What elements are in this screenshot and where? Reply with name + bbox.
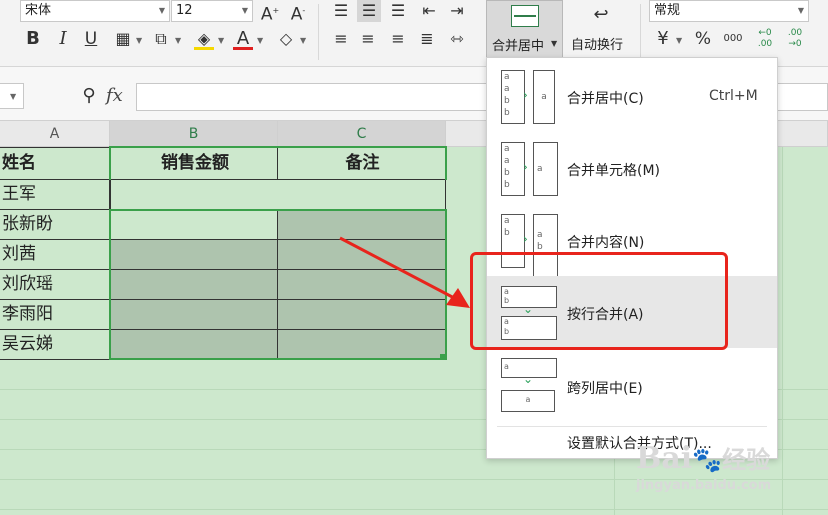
italic-button[interactable]: I [52, 28, 74, 50]
menu-item-shortcut: Ctrl+M [709, 88, 758, 104]
align-center-icon[interactable]: ≡ [357, 28, 379, 50]
header-selection-border [109, 146, 447, 180]
font-name-value: 宋体 [25, 3, 52, 18]
wrap-text-label: 自动换行 [571, 38, 624, 53]
chevron-down-icon: ▼ [676, 36, 683, 45]
grid-line [782, 147, 783, 515]
table-row-name[interactable]: 李雨阳 [0, 300, 110, 330]
watermark-brand-cn: 经验 [722, 445, 771, 474]
fill-color-icon[interactable]: ◈ [193, 28, 215, 50]
chevron-down-icon: ▼ [241, 6, 248, 15]
paw-icon: 🐾 [692, 445, 723, 474]
column-header-c[interactable]: C [278, 121, 446, 147]
font-size-select[interactable]: 12 ▼ [171, 0, 253, 22]
chevron-down-icon: ▼ [551, 39, 558, 48]
distribute-icon[interactable]: ⇿ [446, 28, 468, 50]
table-row-name[interactable]: 王军 [0, 180, 110, 210]
merged-cell[interactable] [110, 180, 446, 210]
indent-decrease-icon[interactable]: ⇤ [418, 0, 440, 22]
chevron-right-icon: › [523, 232, 528, 246]
menu-item-label: 合并内容(N) [567, 235, 645, 251]
shrink-font-icon[interactable]: A- [286, 0, 310, 26]
align-middle-icon[interactable]: ☰ [357, 0, 381, 22]
chevron-down-icon: ▼ [10, 92, 17, 101]
merged-preview-icon: a [533, 70, 555, 124]
font-size-value: 12 [176, 3, 193, 18]
align-left-icon[interactable]: ≡ [330, 28, 352, 50]
bold-button[interactable]: B [22, 28, 44, 50]
decimal-increase-button[interactable]: ←0 .00 [752, 28, 778, 50]
divider [640, 4, 641, 60]
fx-icon[interactable]: fx [106, 85, 132, 106]
underline-button[interactable]: U [80, 28, 102, 50]
chevron-down-icon: ▼ [257, 36, 264, 45]
align-right-icon[interactable]: ≡ [387, 28, 409, 50]
chevron-down-icon: ⌄ [523, 372, 534, 386]
grid-line [0, 509, 828, 510]
wrap-text-button[interactable]: ↩ 自动换行 [568, 0, 634, 58]
chevron-down-icon: ▼ [218, 36, 225, 45]
border-icon[interactable]: ▦ [112, 28, 134, 50]
arrow-line [339, 236, 459, 302]
menu-item-label: 跨列居中(E) [567, 381, 643, 397]
watermark-logo: Bai🐾经验 [636, 440, 770, 476]
watermark-brand: Bai [636, 441, 693, 476]
chevron-down-icon: ▼ [136, 36, 143, 45]
eraser-icon[interactable]: ◇ [274, 28, 298, 50]
wrap-text-icon: ↩ [593, 4, 609, 25]
annotation-arrow [339, 236, 470, 308]
name-box[interactable]: ▼ [0, 83, 24, 109]
zoom-search-icon[interactable]: ⚲ [78, 85, 100, 107]
merge-center-preview-icon: aabb [501, 70, 525, 124]
divider [318, 4, 319, 60]
grow-font-icon[interactable]: A+ [258, 0, 282, 26]
decimal-decrease-button[interactable]: .00 →0 [782, 28, 808, 50]
menu-item-label: 合并单元格(M) [567, 163, 661, 179]
watermark-url: jingyan.baidu.com [636, 478, 772, 493]
table-row-name[interactable]: 张新盼 [0, 210, 110, 240]
centered-preview-icon: a [501, 390, 555, 412]
chevron-down-icon: ▼ [175, 36, 182, 45]
merge-center-label: 合并居中 [492, 39, 545, 54]
arrow-head [446, 288, 470, 308]
merge-cells-icon [511, 5, 539, 27]
chevron-down-icon: ▼ [300, 36, 307, 45]
table-row-name[interactable]: 刘茜 [0, 240, 110, 270]
justify-icon[interactable]: ≣ [416, 28, 438, 50]
cell-style-icon[interactable]: ⧉ [150, 28, 172, 50]
percent-button[interactable]: % [692, 28, 714, 50]
table-row-name[interactable]: 刘欣瑶 [0, 270, 110, 300]
fill-handle[interactable] [440, 354, 446, 360]
thousands-button[interactable]: 000 [720, 28, 746, 50]
highlight-box [470, 252, 728, 350]
chevron-right-icon: › [523, 160, 528, 174]
chevron-down-icon: ▼ [797, 6, 804, 15]
font-color-bar [233, 47, 253, 50]
menu-item-center-across[interactable]: a ⌄ a 跨列居中(E) [487, 350, 777, 422]
header-cell-name[interactable]: 姓名 [0, 148, 110, 180]
menu-divider [497, 426, 767, 427]
merge-cells-preview-icon: aabb [501, 142, 525, 196]
menu-item-label: 合并居中(C) [567, 91, 644, 107]
column-header-a[interactable]: A [0, 121, 110, 147]
chevron-down-icon: ▼ [158, 6, 165, 15]
number-format-select[interactable]: 常规 ▼ [649, 0, 809, 22]
font-name-select[interactable]: 宋体 ▼ [20, 0, 170, 22]
menu-item-merge-center[interactable]: aabb › a 合并居中(C) Ctrl+M [487, 60, 777, 132]
menu-item-merge-cells[interactable]: aabb › a 合并单元格(M) [487, 132, 777, 204]
column-header-b[interactable]: B [110, 121, 278, 147]
table-row-name[interactable]: 吴云娣 [0, 330, 110, 360]
align-bottom-icon[interactable]: ☰ [387, 0, 409, 22]
chevron-right-icon: › [523, 88, 528, 102]
merged-preview-icon: a [533, 142, 558, 196]
align-top-icon[interactable]: ☰ [330, 0, 352, 22]
currency-icon[interactable]: ¥ [652, 28, 674, 50]
merge-center-button[interactable]: 合并居中 ▼ [486, 0, 563, 58]
indent-increase-icon[interactable]: ⇥ [446, 0, 468, 22]
number-format-value: 常规 [654, 3, 681, 18]
